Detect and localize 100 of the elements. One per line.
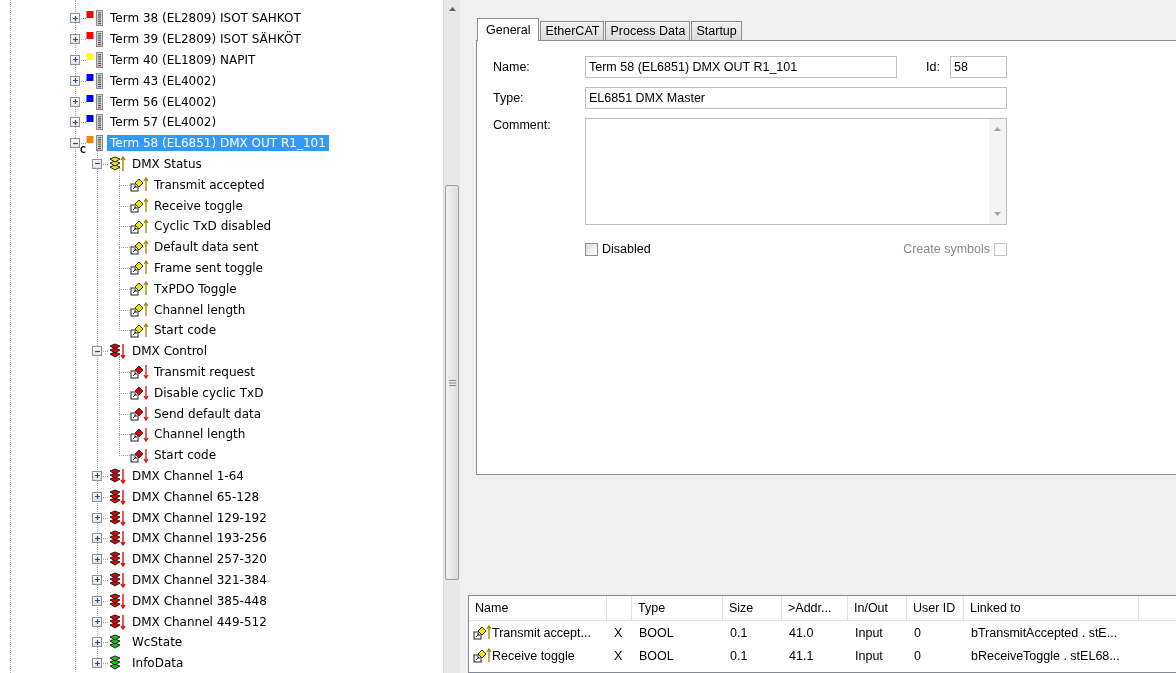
plus-icon xyxy=(93,659,101,667)
up-arrow-icon xyxy=(448,6,456,11)
variable-up-arrow-icon xyxy=(473,625,492,640)
tree-item[interactable]: Start code xyxy=(151,447,220,464)
tab[interactable]: Process Data xyxy=(605,21,691,40)
table-cell: Receive toggle xyxy=(492,648,575,663)
expand-toggle[interactable] xyxy=(92,470,102,481)
stack-down-arrow-icon xyxy=(108,530,127,547)
expand-toggle[interactable] xyxy=(92,616,102,627)
tree-item[interactable]: DMX Channel 65-128 xyxy=(129,488,263,505)
tree-item[interactable]: DMX Channel 257-320 xyxy=(129,551,270,568)
name-field[interactable]: Term 58 (EL6851) DMX OUT R1_101 xyxy=(585,56,897,78)
tree-item[interactable]: Transmit request xyxy=(151,363,258,380)
tree-item[interactable]: TxPDO Toggle xyxy=(151,280,240,297)
variable-up-arrow-icon xyxy=(130,260,149,276)
expand-toggle[interactable] xyxy=(70,13,80,24)
stack-down-arrow-icon xyxy=(108,467,127,484)
tree-item[interactable]: Frame sent toggle xyxy=(151,259,266,276)
stack-up-arrow-icon xyxy=(108,155,127,172)
variable-down-arrow-icon xyxy=(130,364,149,380)
expand-toggle[interactable] xyxy=(70,34,80,45)
expand-toggle[interactable] xyxy=(92,491,102,502)
tree-item[interactable]: DMX Channel 449-512 xyxy=(129,613,270,630)
expand-toggle[interactable] xyxy=(92,158,102,169)
tree-item[interactable]: Receive toggle xyxy=(151,197,246,214)
variable-up-arrow-icon xyxy=(130,322,149,338)
stack-icon xyxy=(108,634,121,651)
tree-item[interactable]: Send default data xyxy=(151,405,265,422)
tree-item[interactable]: Transmit accepted xyxy=(151,176,268,193)
expand-toggle[interactable] xyxy=(70,117,80,128)
variable-up-arrow-icon xyxy=(130,177,149,193)
tree-item[interactable]: Term 40 (EL1809) NAPIT xyxy=(107,52,259,68)
stack-down-arrow-icon xyxy=(108,551,127,568)
expand-toggle[interactable] xyxy=(92,595,102,606)
tree-item[interactable]: DMX Channel 129-192 xyxy=(129,509,270,526)
plus-icon xyxy=(93,493,101,501)
tab[interactable]: Startup xyxy=(691,21,742,40)
table-cell: 0.1 xyxy=(730,648,748,663)
column-header[interactable]: Name xyxy=(469,596,607,620)
tab[interactable]: General xyxy=(477,18,540,41)
expand-toggle[interactable] xyxy=(92,554,102,565)
plus-icon xyxy=(71,14,79,22)
tree-item[interactable]: Term 43 (EL4002) xyxy=(107,72,220,89)
tree-item[interactable]: InfoData xyxy=(129,655,187,672)
variable-up-arrow-icon xyxy=(130,281,149,297)
plus-icon xyxy=(93,576,101,584)
scrollbar[interactable] xyxy=(443,0,460,673)
expand-toggle[interactable] xyxy=(70,138,80,149)
expand-toggle[interactable] xyxy=(92,574,102,585)
column-header[interactable]: >Addr... xyxy=(782,596,848,620)
tree-item[interactable]: Term 38 (EL2809) ISOT SAHKOT xyxy=(107,10,304,27)
stack-down-arrow-icon xyxy=(108,343,127,360)
variable-up-arrow-icon xyxy=(130,302,149,318)
field-label: Comment: xyxy=(493,118,552,132)
expand-toggle[interactable] xyxy=(92,637,102,648)
field-label: Id: xyxy=(926,60,941,74)
table-cell: 41.1 xyxy=(789,648,814,663)
tree-item[interactable]: Default data sent xyxy=(151,239,262,256)
id-field[interactable]: 58 xyxy=(950,56,1007,78)
tree-item[interactable]: DMX Channel 385-448 xyxy=(129,592,270,609)
table-cell: BOOL xyxy=(639,648,674,663)
tree-item[interactable]: WcState xyxy=(129,634,186,651)
tree-item[interactable]: Term 57 (EL4002) xyxy=(107,114,220,131)
column-header[interactable]: In/Out xyxy=(848,596,907,620)
table-cell: Input xyxy=(855,625,883,640)
table-cell: 0 xyxy=(914,648,921,663)
tree-item[interactable]: DMX Channel 1-64 xyxy=(129,467,247,484)
stack-down-arrow-icon xyxy=(108,571,127,588)
expand-toggle[interactable] xyxy=(92,658,102,669)
stack-down-arrow-icon xyxy=(108,509,127,526)
column-header[interactable]: Linked to xyxy=(964,596,1139,620)
plus-icon xyxy=(93,618,101,625)
expand-toggle[interactable] xyxy=(70,75,80,86)
column-header[interactable]: Type xyxy=(632,596,723,620)
table-cell: Transmit accept... xyxy=(492,625,591,640)
tree-item[interactable]: Start code xyxy=(151,322,220,339)
expand-toggle[interactable] xyxy=(70,96,80,107)
expand-toggle[interactable] xyxy=(92,533,102,544)
column-header[interactable]: User ID xyxy=(907,596,964,620)
expand-toggle[interactable] xyxy=(92,512,102,523)
variable-down-arrow-icon xyxy=(130,426,149,442)
tree-item[interactable]: Term 56 (EL4002) xyxy=(107,93,220,110)
tree-item[interactable]: DMX Control xyxy=(129,343,210,360)
tree-item[interactable]: DMX Channel 321-384 xyxy=(129,571,270,588)
tree-item[interactable]: Channel length xyxy=(151,301,249,318)
column-header[interactable]: Size xyxy=(723,596,782,620)
tree-item[interactable]: Disable cyclic TxD xyxy=(151,384,267,401)
stack-down-arrow-icon xyxy=(108,592,127,609)
expand-toggle[interactable] xyxy=(92,346,102,357)
scrollbar-thumb[interactable] xyxy=(445,185,459,580)
tree-item[interactable]: Cyclic TxD disabled xyxy=(151,218,275,235)
plus-icon xyxy=(93,597,101,605)
tree-item[interactable]: DMX Status xyxy=(129,155,205,172)
type-field[interactable]: EL6851 DMX Master xyxy=(585,87,1007,109)
tree-item[interactable]: DMX Channel 193-256 xyxy=(129,530,270,547)
tab[interactable]: EtherCAT xyxy=(540,21,605,40)
table-cell: 0 xyxy=(914,625,921,640)
tree-item[interactable]: Channel length xyxy=(151,426,249,443)
expand-toggle[interactable] xyxy=(70,55,80,65)
tree-item[interactable]: Term 39 (EL2809) ISOT SÄHKÖT xyxy=(107,31,304,48)
